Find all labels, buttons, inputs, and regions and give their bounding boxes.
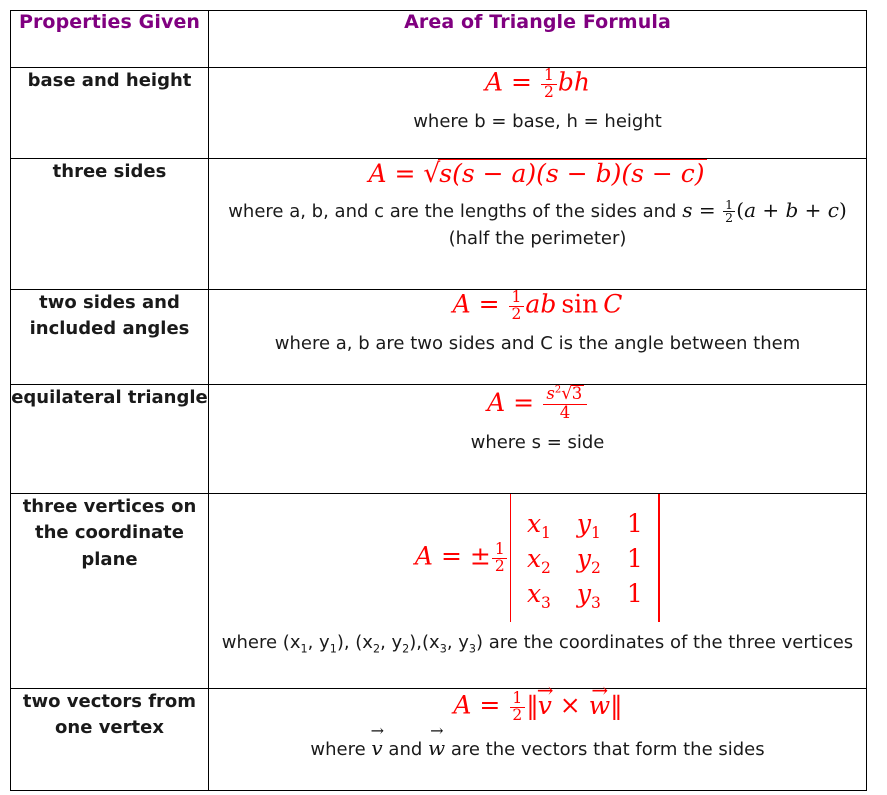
formula-sas: A = 1 2 ab sin C bbox=[452, 288, 623, 323]
table-row: two vectors from one vertex A = 1 2 ‖v → × … bbox=[10, 677, 867, 791]
formula-note-vertices: where (x1, y1), (x2, y2),(x3, y3) are th… bbox=[221, 632, 854, 656]
matrix-cell: y2 bbox=[576, 543, 601, 577]
header-area-of-triangle-formula: Area of Triangle Formula bbox=[208, 10, 867, 68]
header-properties-given: Properties Given bbox=[10, 10, 209, 68]
matrix-cell: y3 bbox=[576, 578, 601, 612]
formula-table-page: Properties Given Area of Triangle Formul… bbox=[0, 0, 887, 795]
formula-note: where a, b are two sides and C is the an… bbox=[274, 332, 801, 354]
table-row: base and height A = 1 2 bh where b = base,… bbox=[10, 66, 867, 159]
formula-note: where b = base, h = height bbox=[413, 110, 662, 132]
formula-determinant: A = ±1 2 x1 y1 1 x2 y2 1 x3 y3 1 bbox=[415, 494, 661, 622]
table-header-row: Properties Given Area of Triangle Formul… bbox=[10, 10, 867, 68]
property-label-base-and-height: base and height bbox=[10, 67, 209, 159]
formula-cell-two-vectors: A = 1 2 ‖v → × w → ‖ where v → and w → are the … bbox=[208, 677, 867, 791]
property-label-equilateral-triangle: equilateral triangle bbox=[10, 384, 209, 494]
formula-cell-base-and-height: A = 1 2 bh where b = base, h = height bbox=[208, 66, 867, 159]
formula-cell-three-vertices: A = ±1 2 x1 y1 1 x2 y2 1 x3 y3 1 where (… bbox=[208, 493, 867, 689]
formula-cross-product: A = 1 2 ‖v → × w → ‖ bbox=[453, 677, 622, 724]
formula-base-height: A = 1 2 bh bbox=[485, 66, 590, 101]
formula-note: where s = side bbox=[470, 431, 605, 453]
formula-cell-two-sides-included-angle: A = 1 2 ab sin C where a, b are two sides … bbox=[208, 288, 867, 385]
table-row: equilateral triangle A = s2√3 4 where s =… bbox=[10, 384, 867, 494]
area-of-triangle-formula-table: Properties Given Area of Triangle Formul… bbox=[10, 10, 867, 791]
matrix-cell: 1 bbox=[626, 578, 643, 608]
property-label-three-sides: three sides bbox=[10, 158, 209, 290]
determinant-row: x3 y3 1 bbox=[514, 576, 656, 611]
property-label-three-vertices: three vertices on the coordinate plane bbox=[10, 493, 209, 689]
determinant-bar-right bbox=[658, 494, 661, 622]
property-line: two sides and bbox=[39, 292, 180, 313]
note-prefix: where a, b, and c are the lengths of the… bbox=[228, 201, 677, 223]
table-row: two sides and included angles A = 1 2 ab s… bbox=[10, 288, 867, 385]
matrix-cell: x2 bbox=[526, 543, 551, 577]
property-label-two-sides-included-angle: two sides and included angles bbox=[10, 289, 209, 385]
note-suffix: (half the perimeter) bbox=[448, 228, 627, 250]
formula-note-heron: where a, b, and c are the lengths of the… bbox=[209, 195, 866, 252]
formula-cell-three-sides: A = √s(s − a)(s − b)(s − c) where a, b, … bbox=[208, 158, 867, 290]
determinant-bar-left bbox=[509, 494, 512, 622]
matrix-cell: y1 bbox=[576, 508, 601, 542]
property-line: three vertices on bbox=[22, 496, 197, 517]
property-line: one vertex bbox=[55, 717, 164, 739]
matrix-cell: 1 bbox=[626, 508, 643, 538]
formula-cell-equilateral-triangle: A = s2√3 4 where s = side bbox=[208, 384, 867, 494]
determinant-matrix: x1 y1 1 x2 y2 1 x3 y3 1 bbox=[514, 506, 656, 611]
matrix-cell: x1 bbox=[526, 508, 551, 542]
property-line: the coordinate bbox=[34, 522, 184, 544]
matrix-cell: 1 bbox=[626, 543, 643, 573]
determinant-row: x2 y2 1 bbox=[514, 541, 656, 576]
table-row: three vertices on the coordinate plane A… bbox=[10, 493, 867, 689]
formula-equilateral: A = s2√3 4 bbox=[209, 385, 866, 422]
formula-heron: A = √s(s − a)(s − b)(s − c) bbox=[368, 158, 707, 189]
property-label-two-vectors: two vectors from one vertex bbox=[10, 688, 209, 791]
matrix-cell: x3 bbox=[526, 578, 551, 612]
table-row: three sides A = √s(s − a)(s − b)(s − c) … bbox=[10, 158, 867, 290]
property-line: two vectors from bbox=[22, 691, 197, 712]
property-line: plane bbox=[81, 548, 138, 570]
property-line: included angles bbox=[29, 318, 190, 340]
inline-formula-semiperimeter: s = 1 2 (a + b + c) bbox=[682, 196, 847, 226]
formula-note-vectors: where v → and w → are the vectors that for… bbox=[310, 721, 765, 760]
determinant-row: x1 y1 1 bbox=[514, 506, 656, 541]
